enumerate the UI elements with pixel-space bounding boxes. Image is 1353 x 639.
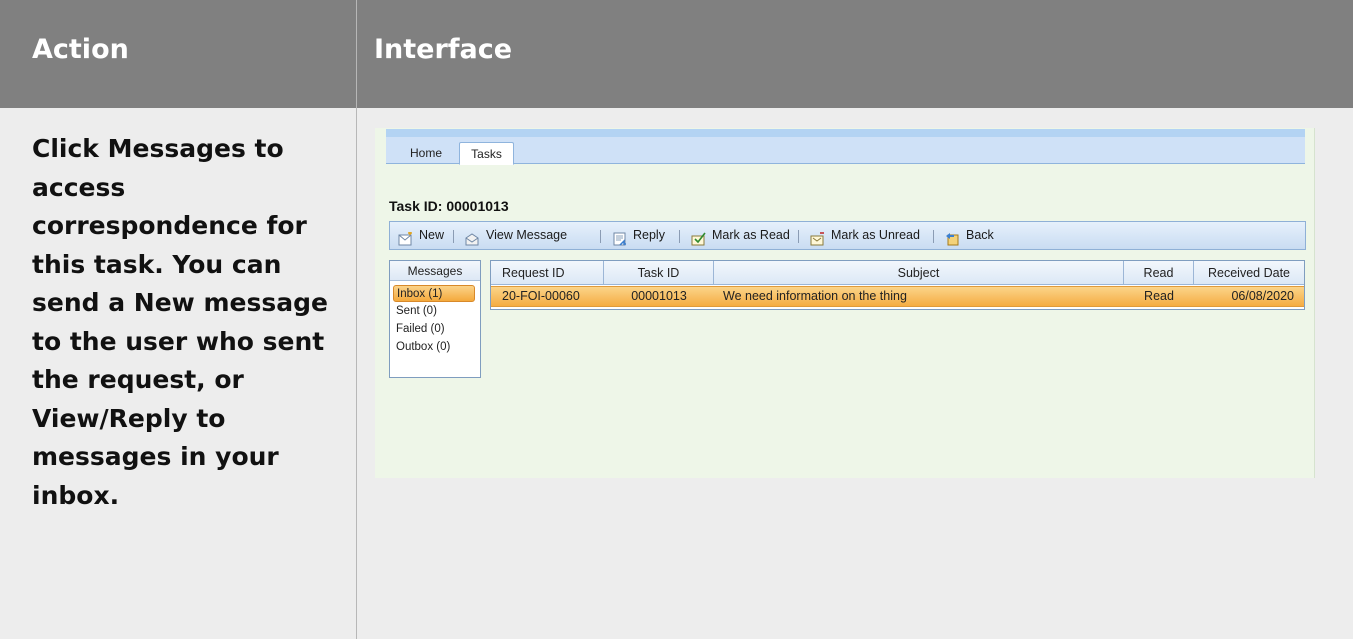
table-header-row: Action Interface [0,0,1353,108]
reply-button[interactable]: Reply [612,222,665,249]
interface-column-header: Interface [374,34,513,65]
messages-item-sent[interactable]: Sent (0) [393,303,475,320]
mark-unread-icon [810,229,825,245]
column-header-task-id[interactable]: Task ID [604,261,714,285]
mark-as-read-button[interactable]: Mark as Read [691,222,790,249]
toolbar-separator [679,230,680,243]
new-button[interactable]: New [398,222,444,249]
messages-item-failed[interactable]: Failed (0) [393,321,475,338]
new-button-label: New [419,228,445,242]
cell-request-id: 20-FOI-00060 [502,289,580,303]
message-toolbar: New View Message Reply Mark as Read Mark… [389,221,1306,250]
table-row[interactable]: 20-FOI-00060 00001013 We need informatio… [491,286,1304,307]
back-icon [945,229,960,245]
action-column-header: Action [32,34,129,65]
column-divider [356,0,357,639]
tab-strip: Home Tasks [386,137,1305,165]
cell-task-id: 00001013 [631,289,687,303]
messages-item-inbox[interactable]: Inbox (1) [393,285,475,302]
column-header-read[interactable]: Read [1124,261,1194,285]
mark-read-icon [691,229,706,245]
toolbar-separator [798,230,799,243]
toolbar-separator [933,230,934,243]
view-message-button[interactable]: View Message [465,222,567,249]
new-message-icon [398,229,413,245]
reply-icon [612,229,627,246]
reply-button-label: Reply [633,228,665,242]
app-top-bar [386,129,1305,137]
messages-panel: Messages Inbox (1) Sent (0) Failed (0) O… [389,260,481,378]
view-message-icon [465,229,480,245]
column-header-subject[interactable]: Subject [714,261,1124,285]
view-message-button-label: View Message [486,228,568,242]
grid-header-row: Request ID Task ID Subject Read Received… [491,261,1304,285]
interface-screenshot: Home Tasks Task ID: 00001013 New View Me… [375,128,1315,478]
instruction-table: Action Interface Click Messages to acces… [0,0,1353,639]
task-title: Task ID: 00001013 [389,198,509,214]
action-instruction-text: Click Messages to access correspondence … [32,134,328,510]
cell-received-date: 06/08/2020 [1231,289,1294,303]
column-header-received-date[interactable]: Received Date [1194,261,1304,285]
messages-grid: Request ID Task ID Subject Read Received… [490,260,1305,310]
tab-tasks[interactable]: Tasks [459,142,514,165]
back-button-label: Back [966,228,994,242]
mark-as-read-button-label: Mark as Read [712,228,790,242]
back-button[interactable]: Back [945,222,994,249]
cell-read: Read [1144,289,1174,303]
mark-as-unread-button[interactable]: Mark as Unread [810,222,920,249]
toolbar-separator [453,230,454,243]
messages-item-outbox[interactable]: Outbox (0) [393,339,475,356]
tab-home[interactable]: Home [396,142,456,165]
cell-subject: We need information on the thing [723,289,907,303]
column-header-request-id[interactable]: Request ID [491,261,604,285]
toolbar-separator [600,230,601,243]
mark-as-unread-button-label: Mark as Unread [831,228,920,242]
messages-panel-title: Messages [390,261,480,281]
